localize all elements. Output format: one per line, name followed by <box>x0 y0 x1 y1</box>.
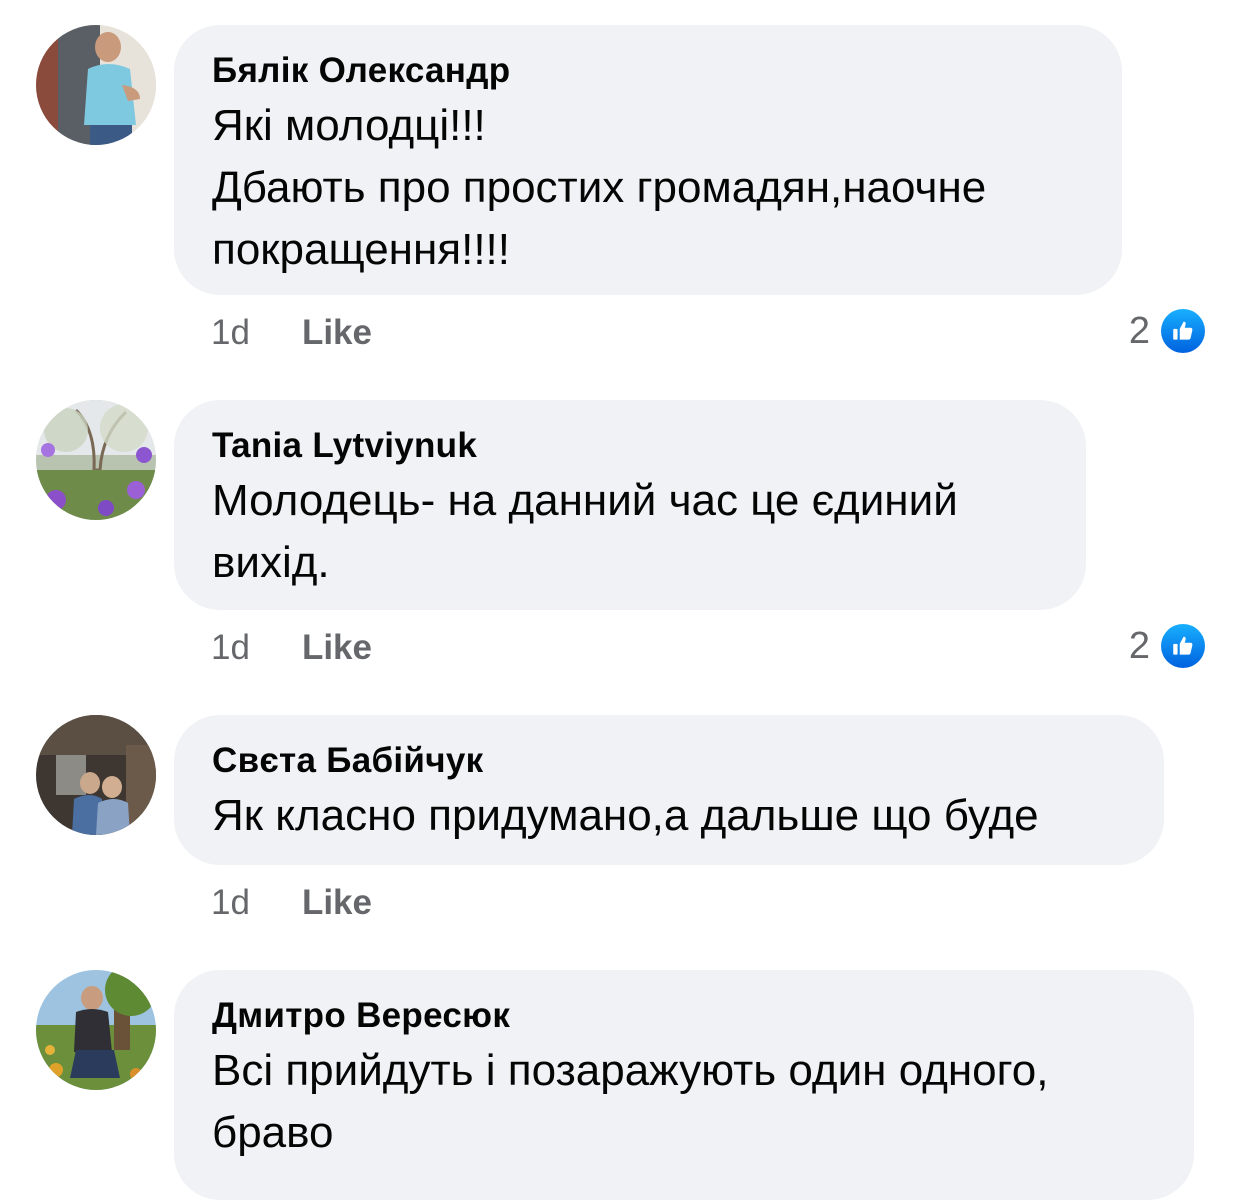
comment-author[interactable]: Дмитро Вересюк <box>212 994 1156 1038</box>
avatar-photo-icon <box>36 970 156 1090</box>
comment-bubble: Дмитро Вересюк Всі прийдуть і позаражуют… <box>174 970 1194 1200</box>
avatar[interactable] <box>36 970 156 1090</box>
comment-text: Всі прийдуть і позаражують один одного, … <box>212 1046 1049 1157</box>
comment-item: Дмитро Вересюк Всі прийдуть і позаражуют… <box>0 0 1242 1200</box>
